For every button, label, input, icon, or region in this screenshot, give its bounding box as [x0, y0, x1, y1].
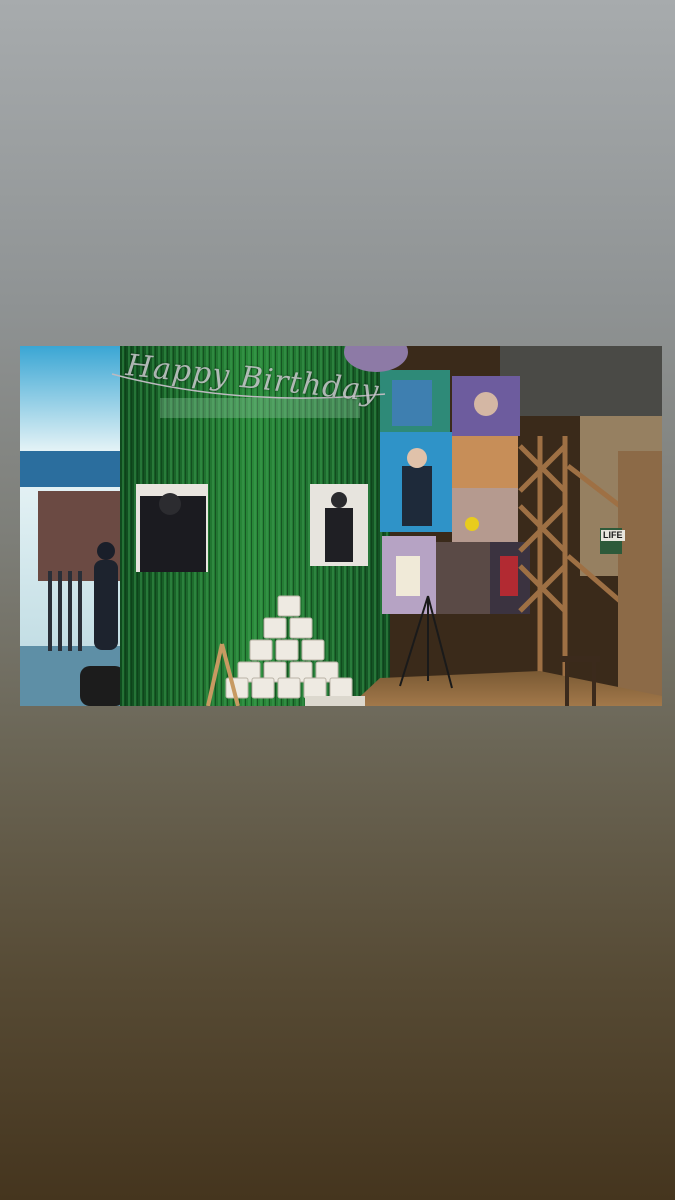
window-awning [20, 451, 125, 487]
party-photo: Happy Birthday LIFE [20, 346, 662, 706]
wooden-panel [618, 451, 662, 706]
photo-collage [380, 370, 530, 614]
cafe-sign: LIFE [601, 530, 625, 541]
ceiling-beam [500, 346, 662, 416]
pinned-photo-center [310, 484, 368, 566]
table-card [305, 696, 365, 706]
pinned-photo-left [136, 484, 208, 572]
